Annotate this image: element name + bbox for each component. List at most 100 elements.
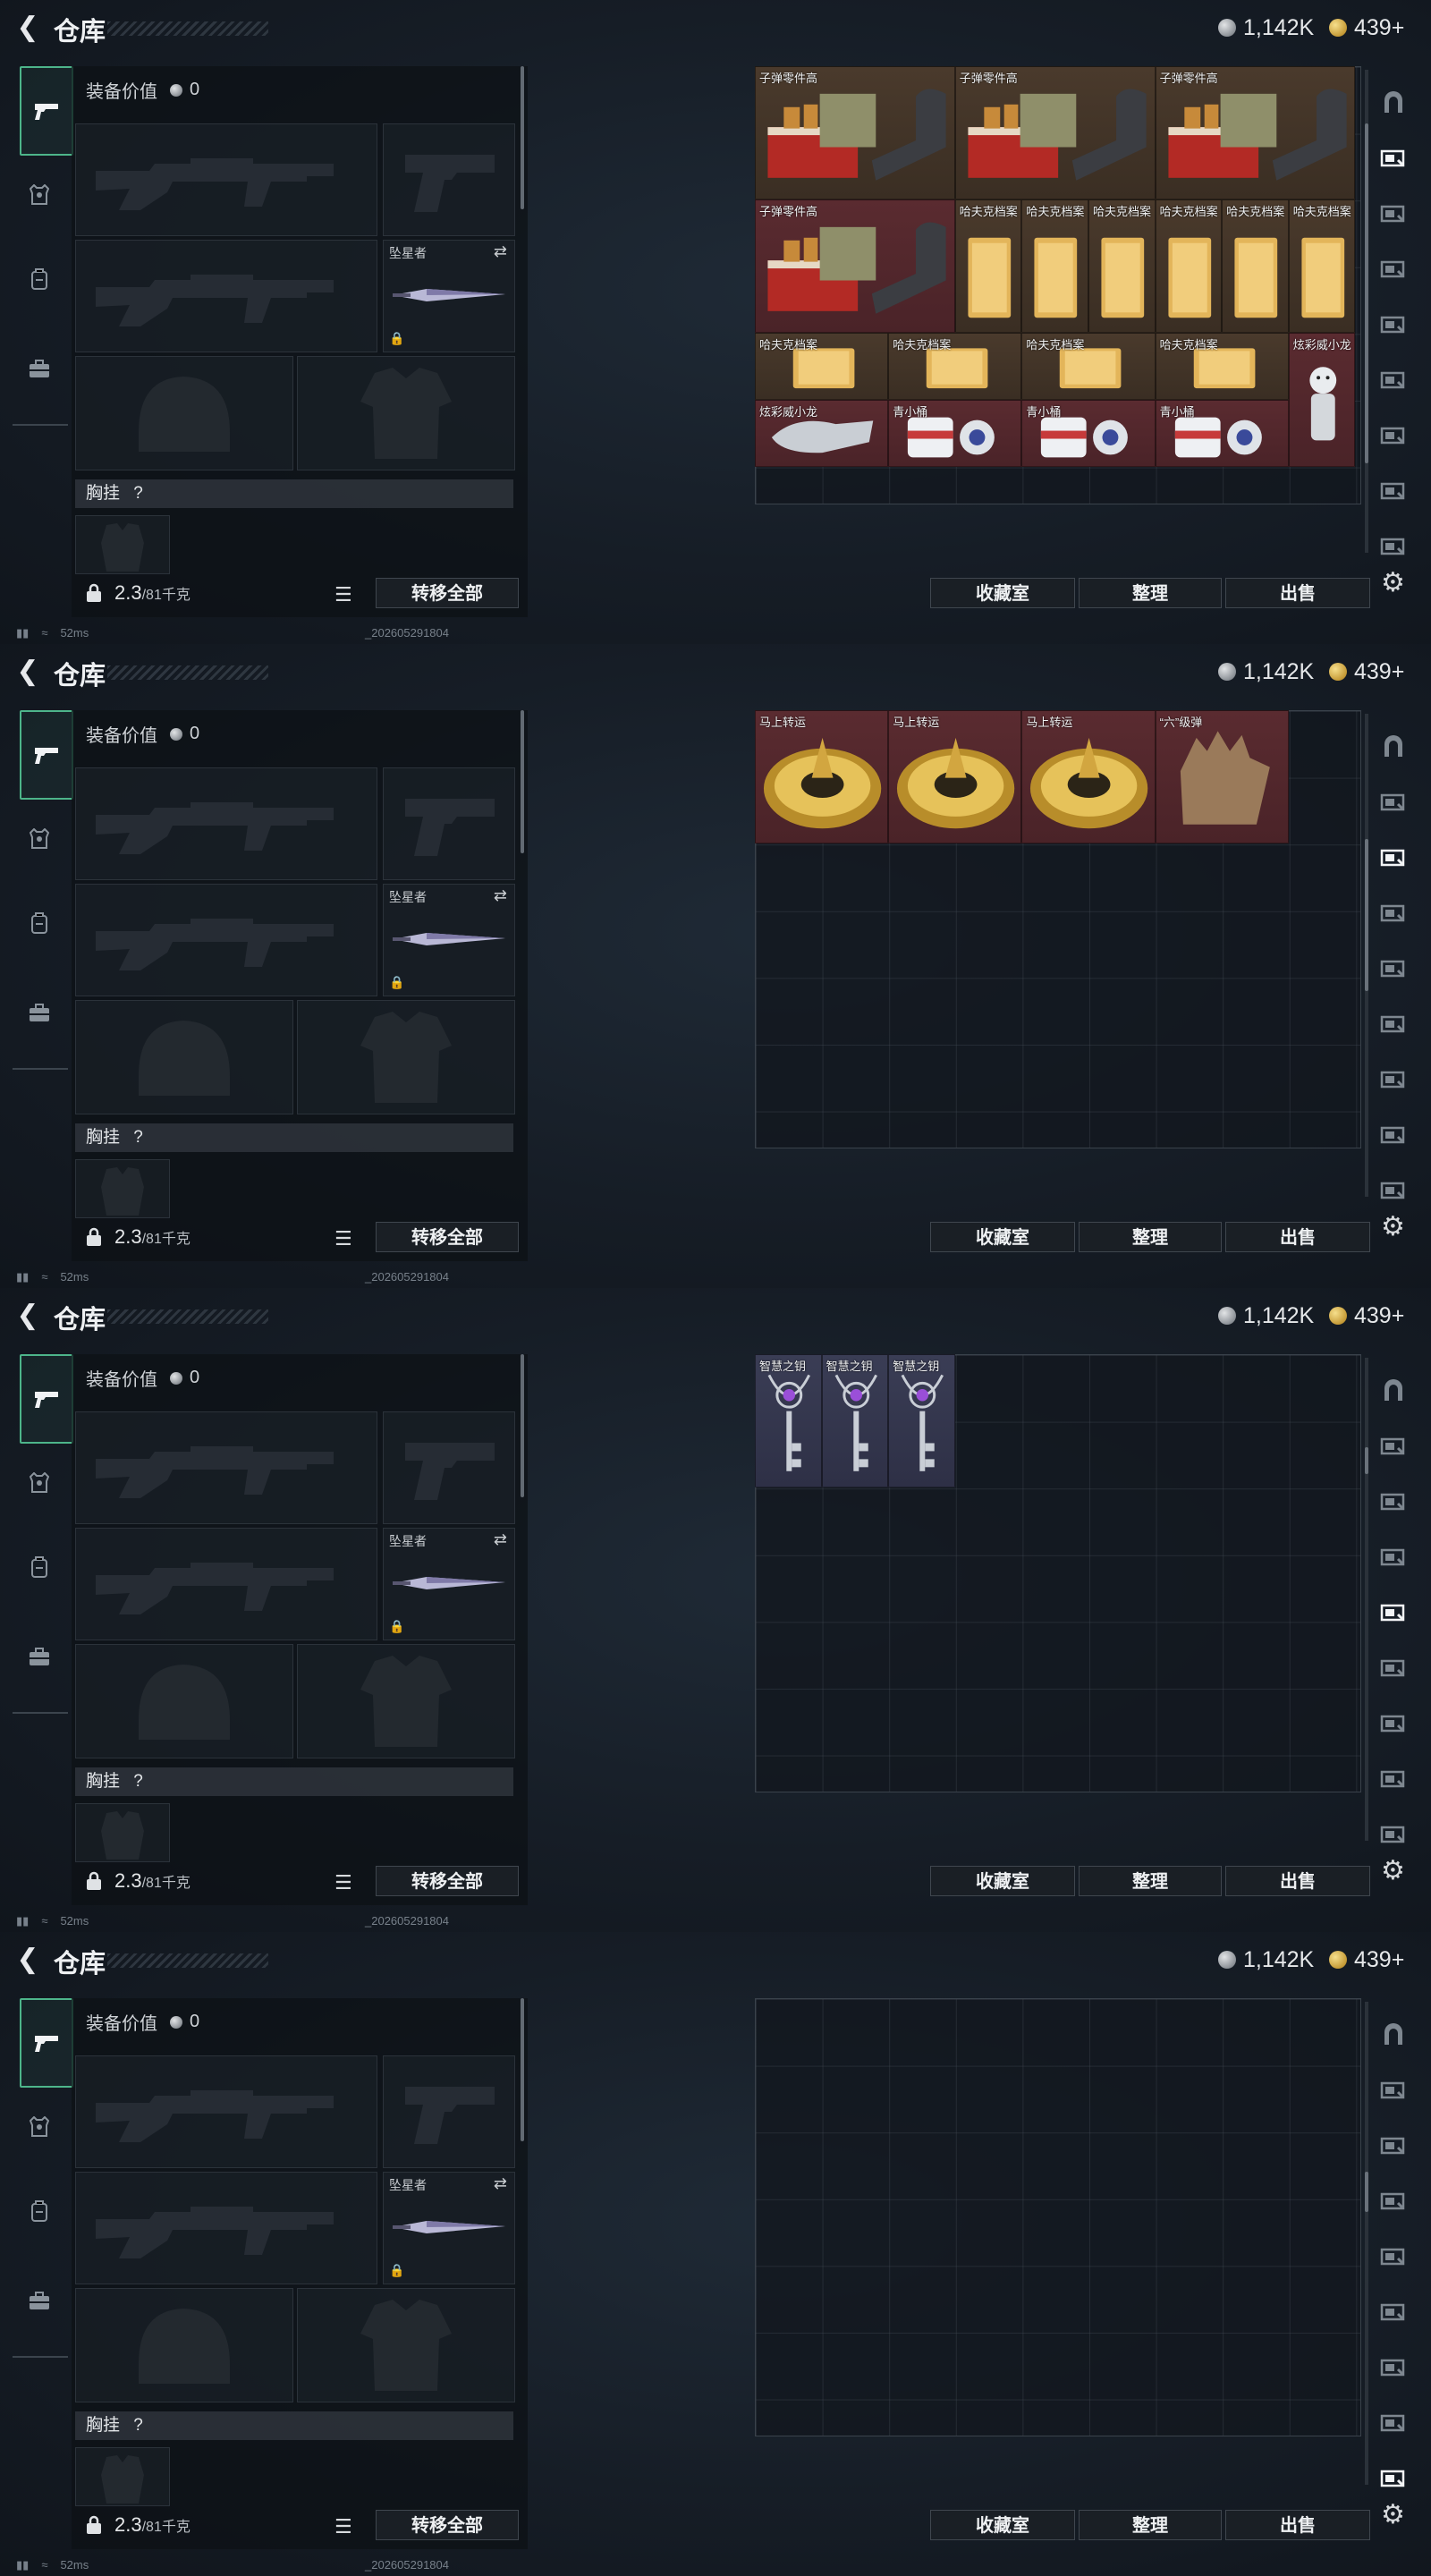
storage-tab-7[interactable] bbox=[1376, 417, 1411, 453]
secondary-weapon-slot[interactable] bbox=[75, 2172, 377, 2284]
storage-tab-9[interactable] bbox=[1376, 1172, 1411, 1208]
storage-tab-6[interactable] bbox=[1376, 361, 1411, 397]
back-arrow-icon[interactable]: ❮ bbox=[13, 1945, 43, 1975]
loadout-scrollbar[interactable] bbox=[521, 1998, 524, 2141]
weapon-tab[interactable] bbox=[20, 66, 73, 156]
storage-item[interactable]: 炫彩威小龙 bbox=[1288, 333, 1356, 467]
case-tab[interactable] bbox=[18, 993, 61, 1032]
case-tab[interactable] bbox=[18, 2281, 61, 2320]
body-armor-slot[interactable] bbox=[297, 1000, 515, 1114]
chest-rig-slot[interactable] bbox=[75, 1803, 170, 1862]
storage-tab-9[interactable] bbox=[1376, 2460, 1411, 2496]
storage-item[interactable]: 哈夫克档案 bbox=[1222, 199, 1289, 334]
swap-icon[interactable]: ⇄ bbox=[494, 1530, 507, 1549]
swap-icon[interactable]: ⇄ bbox=[494, 886, 507, 905]
storage-item[interactable]: 智慧之钥 bbox=[821, 1354, 889, 1488]
transfer-all-button[interactable]: 转移全部 bbox=[376, 1222, 519, 1252]
back-arrow-icon[interactable]: ❮ bbox=[13, 657, 43, 687]
storage-tab-4[interactable] bbox=[1376, 2182, 1411, 2218]
sell-button[interactable]: 出售 bbox=[1225, 1222, 1370, 1252]
sell-button[interactable]: 出售 bbox=[1225, 2510, 1370, 2540]
storage-item[interactable]: 哈夫克档案 bbox=[1021, 199, 1088, 334]
list-view-icon[interactable]: ☰ bbox=[334, 2515, 352, 2538]
storage-tab-8[interactable] bbox=[1376, 1760, 1411, 1796]
storage-scrollbar[interactable] bbox=[1365, 1358, 1368, 1841]
storage-scrollbar[interactable] bbox=[1365, 714, 1368, 1197]
transfer-all-button[interactable]: 转移全部 bbox=[376, 1866, 519, 1896]
melee-slot[interactable]: 坠星者 ⇄ 🔒 bbox=[383, 240, 515, 352]
sell-button[interactable]: 出售 bbox=[1225, 1866, 1370, 1896]
settings-gear-icon[interactable]: ⚙ bbox=[1381, 567, 1405, 598]
storage-item[interactable]: 哈夫克档案 bbox=[1155, 199, 1223, 334]
storage-tab-5[interactable] bbox=[1376, 950, 1411, 986]
settings-gear-icon[interactable]: ⚙ bbox=[1381, 1855, 1405, 1886]
storage-tab-1[interactable] bbox=[1376, 1372, 1411, 1408]
storage-tab-2[interactable] bbox=[1376, 1428, 1411, 1463]
gold-currency[interactable]: 439+ bbox=[1329, 658, 1404, 685]
body-armor-slot[interactable] bbox=[297, 2288, 515, 2402]
storage-tab-7[interactable] bbox=[1376, 1705, 1411, 1741]
swap-icon[interactable]: ⇄ bbox=[494, 242, 507, 261]
swap-icon[interactable]: ⇄ bbox=[494, 2174, 507, 2193]
storage-tab-8[interactable] bbox=[1376, 1116, 1411, 1152]
storage-tab-5[interactable] bbox=[1376, 306, 1411, 342]
sidearm-slot[interactable] bbox=[383, 123, 515, 236]
melee-slot[interactable]: 坠星者 ⇄ 🔒 bbox=[383, 2172, 515, 2284]
sort-button[interactable]: 整理 bbox=[1079, 2510, 1222, 2540]
chest-rig-slot[interactable] bbox=[75, 2447, 170, 2506]
transfer-all-button[interactable]: 转移全部 bbox=[376, 2510, 519, 2540]
secondary-weapon-slot[interactable] bbox=[75, 240, 377, 352]
weapon-tab[interactable] bbox=[20, 710, 73, 800]
storage-tab-4[interactable] bbox=[1376, 1538, 1411, 1574]
storage-item[interactable]: 子弹零件高 bbox=[755, 199, 955, 334]
sort-button[interactable]: 整理 bbox=[1079, 578, 1222, 608]
helmet-slot[interactable] bbox=[75, 2288, 293, 2402]
armor-tab[interactable] bbox=[18, 819, 61, 859]
storage-item[interactable]: 子弹零件高 bbox=[954, 66, 1156, 200]
storage-tab-2[interactable] bbox=[1376, 2072, 1411, 2107]
primary-weapon-slot[interactable] bbox=[75, 2055, 377, 2168]
storage-tab-6[interactable] bbox=[1376, 1005, 1411, 1041]
case-tab[interactable] bbox=[18, 1637, 61, 1676]
weapon-tab[interactable] bbox=[20, 1354, 73, 1444]
list-view-icon[interactable]: ☰ bbox=[334, 583, 352, 606]
storage-item[interactable]: 智慧之钥 bbox=[888, 1354, 955, 1488]
storage-tab-8[interactable] bbox=[1376, 2404, 1411, 2440]
storage-item[interactable]: 青小桶 bbox=[1155, 400, 1289, 467]
storage-tab-9[interactable] bbox=[1376, 1816, 1411, 1852]
storage-tab-1[interactable] bbox=[1376, 84, 1411, 120]
loadout-scrollbar[interactable] bbox=[521, 66, 524, 209]
storage-item[interactable]: 马上转运 bbox=[888, 710, 1022, 844]
storage-tab-1[interactable] bbox=[1376, 2016, 1411, 2052]
settings-gear-icon[interactable]: ⚙ bbox=[1381, 2499, 1405, 2530]
primary-weapon-slot[interactable] bbox=[75, 123, 377, 236]
storage-item[interactable]: 马上转运 bbox=[1021, 710, 1156, 844]
backpack-tab[interactable] bbox=[18, 1547, 61, 1587]
primary-weapon-slot[interactable] bbox=[75, 767, 377, 880]
storage-item[interactable]: 马上转运 bbox=[755, 710, 889, 844]
sidearm-slot[interactable] bbox=[383, 767, 515, 880]
loadout-scrollbar[interactable] bbox=[521, 710, 524, 853]
storage-tab-2[interactable] bbox=[1376, 784, 1411, 819]
armor-tab[interactable] bbox=[18, 2107, 61, 2147]
storage-tab-5[interactable] bbox=[1376, 2238, 1411, 2274]
storage-item[interactable]: 哈夫克档案 bbox=[888, 333, 1022, 400]
primary-weapon-slot[interactable] bbox=[75, 1411, 377, 1524]
storage-item[interactable]: 哈夫克档案 bbox=[1088, 199, 1156, 334]
storage-scroll-thumb[interactable] bbox=[1365, 839, 1368, 991]
body-armor-slot[interactable] bbox=[297, 356, 515, 470]
melee-slot[interactable]: 坠星者 ⇄ 🔒 bbox=[383, 884, 515, 996]
sell-button[interactable]: 出售 bbox=[1225, 578, 1370, 608]
storage-item[interactable]: 哈夫克档案 bbox=[755, 333, 889, 400]
storage-tab-4[interactable] bbox=[1376, 250, 1411, 286]
storage-item[interactable]: 哈夫克档案 bbox=[1288, 199, 1356, 334]
storage-item[interactable]: 哈夫克档案 bbox=[954, 199, 1022, 334]
storage-item[interactable]: 子弹零件高 bbox=[755, 66, 955, 200]
storage-item[interactable]: 青小桶 bbox=[1021, 400, 1156, 467]
helmet-slot[interactable] bbox=[75, 1644, 293, 1758]
storage-tab-8[interactable] bbox=[1376, 472, 1411, 508]
storage-item[interactable]: “六”级弹 bbox=[1155, 710, 1289, 844]
storage-scroll-thumb[interactable] bbox=[1365, 1447, 1368, 1474]
list-view-icon[interactable]: ☰ bbox=[334, 1871, 352, 1894]
sidearm-slot[interactable] bbox=[383, 2055, 515, 2168]
